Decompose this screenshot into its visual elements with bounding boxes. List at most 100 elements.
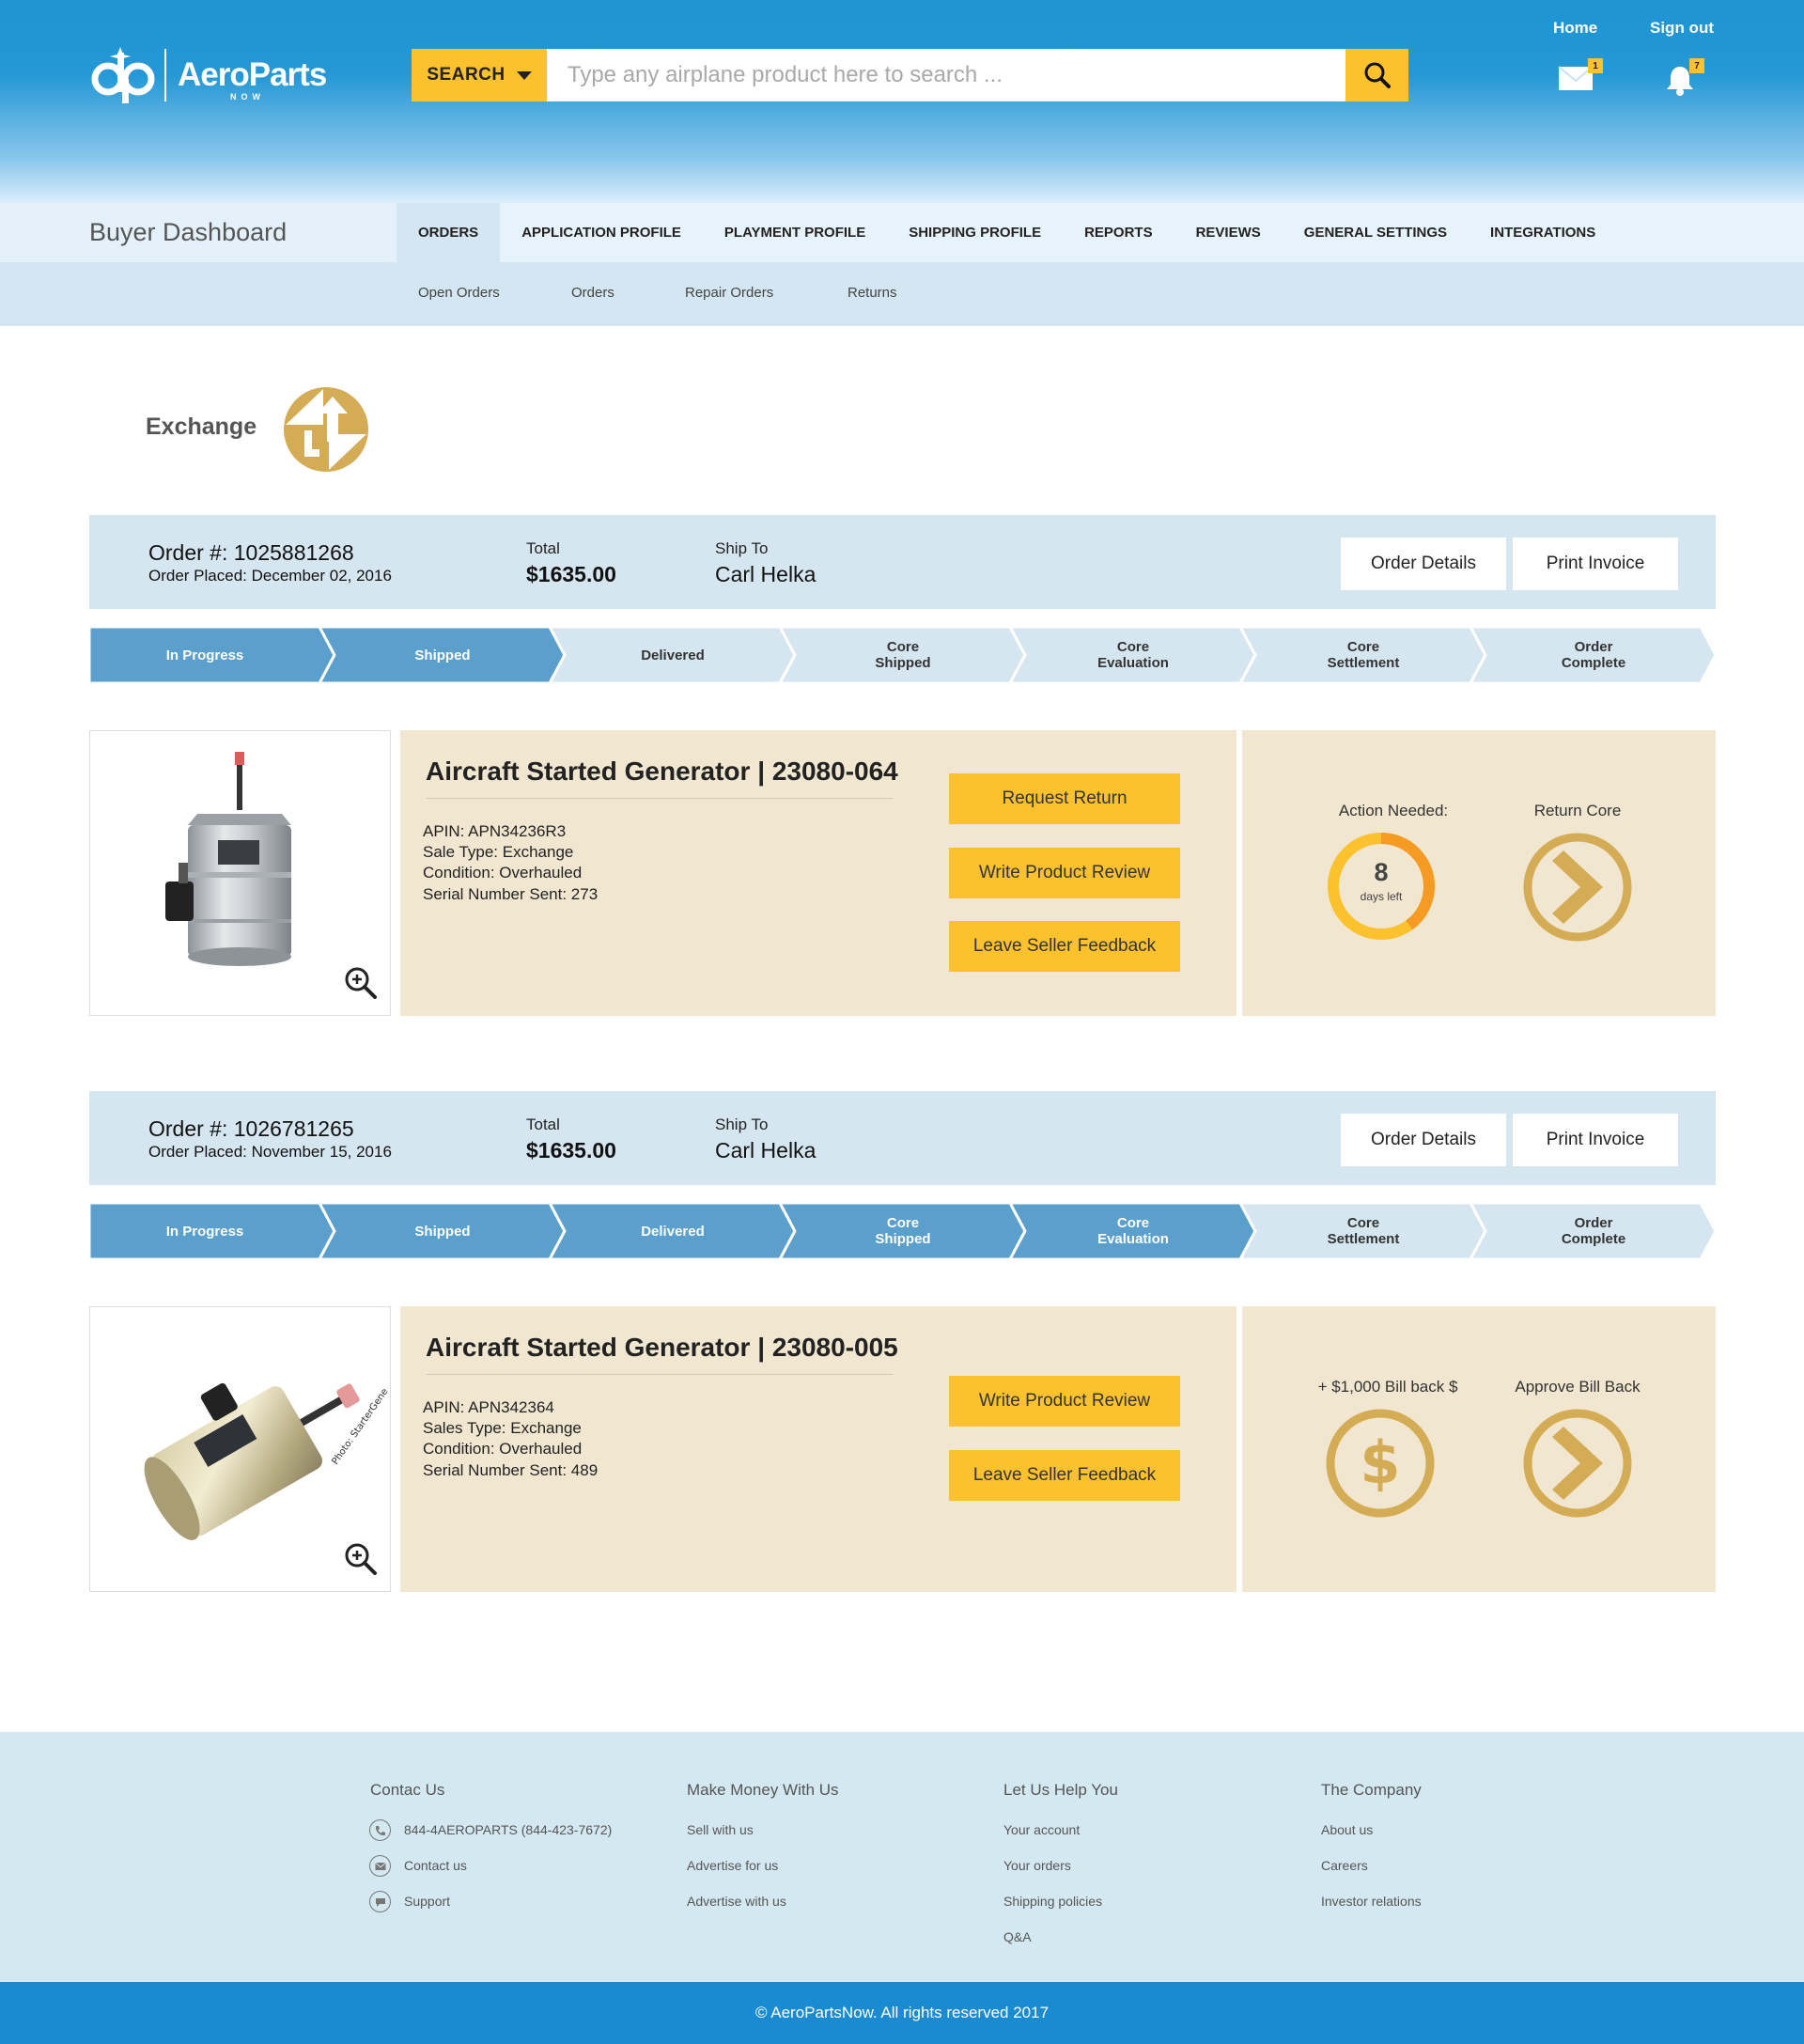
subtab-orders[interactable]: Orders — [571, 285, 614, 301]
footer-help-title: Let Us Help You — [1003, 1781, 1118, 1799]
print-invoice-button[interactable]: Print Invoice — [1513, 1114, 1678, 1166]
phone-icon — [369, 1819, 391, 1841]
mail-badge: 1 — [1588, 58, 1603, 73]
footer-link[interactable]: Your orders — [1003, 1858, 1071, 1873]
footer-support-link[interactable]: Support — [404, 1894, 450, 1909]
logo[interactable]: AeroParts NOW — [89, 47, 327, 103]
subtab-returns[interactable]: Returns — [848, 285, 897, 301]
tab-general-settings[interactable]: GENERAL SETTINGS — [1283, 203, 1469, 262]
progress-step-label: In Progress — [165, 647, 244, 663]
footer-link[interactable]: Advertise with us — [687, 1894, 786, 1909]
search-category-dropdown[interactable]: SEARCH — [412, 49, 547, 101]
footer-link[interactable]: Sell with us — [687, 1822, 754, 1837]
progress-step-label: Delivered — [641, 647, 705, 663]
approve-arrow-icon[interactable] — [1522, 1408, 1633, 1519]
progress-step-label: Core Shipped — [875, 1215, 931, 1247]
home-link[interactable]: Home — [1553, 19, 1597, 38]
order-total-value: $1635.00 — [526, 562, 616, 586]
order-summary: Order #: 1025881268 Order Placed: Decemb… — [89, 515, 1716, 609]
print-invoice-button[interactable]: Print Invoice — [1513, 538, 1678, 590]
site-footer: Contac Us 844-4AEROPARTS (844-423-7672) … — [0, 1732, 1804, 1982]
footer-link[interactable]: Your account — [1003, 1822, 1080, 1837]
footer-link[interactable]: Q&A — [1003, 1929, 1032, 1944]
logo-mark-icon — [89, 47, 157, 103]
order-total-label: Total — [526, 539, 560, 557]
progress-step-label: Order Complete — [1561, 1215, 1626, 1247]
zoom-in-icon[interactable] — [344, 1542, 378, 1576]
seller-feedback-button[interactable]: Leave Seller Feedback — [949, 921, 1180, 972]
product-image[interactable]: Photo: StarterGene — [89, 1306, 391, 1592]
product-image[interactable] — [89, 730, 391, 1016]
tab-reports[interactable]: REPORTS — [1063, 203, 1174, 262]
tab-payment-profile[interactable]: PLAYMENT PROFILE — [703, 203, 887, 262]
search-submit-button[interactable] — [1345, 49, 1408, 101]
footer-contact-link[interactable]: Contact us — [404, 1858, 467, 1873]
footer-link[interactable]: Shipping policies — [1003, 1894, 1102, 1909]
progress-step-label: Shipped — [414, 647, 471, 663]
search-input[interactable] — [547, 49, 1345, 101]
progress-step: Core Settlement — [1240, 1203, 1486, 1259]
footer-link[interactable]: Advertise for us — [687, 1858, 778, 1873]
order-details-button[interactable]: Order Details — [1341, 1114, 1506, 1166]
subtab-open-orders[interactable]: Open Orders — [418, 285, 500, 301]
seller-feedback-button[interactable]: Leave Seller Feedback — [949, 1450, 1180, 1501]
chevron-down-icon — [516, 70, 532, 80]
section-title: Exchange — [146, 413, 257, 440]
order-progress-tracker: In Progress Shipped Delivered Core Shipped C… — [89, 1203, 1717, 1259]
tab-integrations[interactable]: INTEGRATIONS — [1469, 203, 1617, 262]
return-core-label: Return Core — [1533, 802, 1622, 819]
write-review-button[interactable]: Write Product Review — [949, 1376, 1180, 1427]
write-review-button[interactable]: Write Product Review — [949, 848, 1180, 898]
order-progress-tracker: In Progress Shipped Delivered Core Shipped C… — [89, 627, 1717, 683]
messages-button[interactable]: 1 — [1558, 58, 1603, 97]
dashboard-title: Buyer Dashboard — [0, 203, 397, 262]
progress-step-label: Core Shipped — [875, 639, 931, 671]
product-serial: Serial Number Sent: 489 — [423, 1461, 599, 1479]
search-dropdown-label: SEARCH — [427, 65, 505, 85]
footer-link[interactable]: About us — [1321, 1822, 1373, 1837]
tab-orders[interactable]: ORDERS — [397, 203, 501, 262]
product-apin: APIN: APN342364 — [423, 1398, 554, 1416]
approve-bill-back-label: Approve Bill Back — [1515, 1378, 1641, 1396]
countdown-value: 8 — [1374, 858, 1389, 886]
product-sale-type: Sale Type: Exchange — [423, 843, 574, 861]
footer-link[interactable]: Careers — [1321, 1858, 1368, 1873]
order-action-panel: + $1,000 Bill back $ Approve Bill Back $ — [1242, 1306, 1716, 1592]
tab-reviews[interactable]: REVIEWS — [1174, 203, 1283, 262]
sign-out-link[interactable]: Sign out — [1650, 19, 1714, 38]
tab-application-profile[interactable]: APPLICATION PROFILE — [500, 203, 703, 262]
return-core-arrow-icon[interactable] — [1522, 832, 1633, 943]
progress-step-label: Order Complete — [1561, 639, 1626, 671]
footer-contact-title: Contac Us — [370, 1781, 445, 1799]
progress-step: Core Shipped — [780, 1203, 1026, 1259]
divider — [426, 798, 894, 799]
footer-link[interactable]: Investor relations — [1321, 1894, 1422, 1909]
footer-money-title: Make Money With Us — [687, 1781, 839, 1799]
progress-step: In Progress — [89, 627, 335, 683]
zoom-in-icon[interactable] — [344, 966, 378, 1000]
progress-step: Shipped — [319, 1203, 566, 1259]
tab-shipping-profile[interactable]: SHIPPING PROFILE — [887, 203, 1063, 262]
search-bar: SEARCH — [412, 49, 1408, 101]
ship-to-name: Carl Helka — [715, 1138, 816, 1162]
copyright-bar: © AeroPartsNow. All rights reserved 2017 — [0, 1982, 1804, 2044]
notifications-button[interactable]: 7 — [1665, 58, 1704, 101]
product-title: Aircraft Started Generator | 23080-005 — [426, 1333, 898, 1362]
progress-step-label: Delivered — [641, 1223, 705, 1240]
progress-step: Core Shipped — [780, 627, 1026, 683]
order-details-button[interactable]: Order Details — [1341, 538, 1506, 590]
order-placed-date: Order Placed: November 15, 2016 — [148, 1143, 392, 1161]
footer-company-title: The Company — [1321, 1781, 1422, 1799]
progress-step-label: Core Evaluation — [1097, 639, 1169, 671]
progress-step: Delivered — [550, 1203, 796, 1259]
countdown-ring: 8 days left — [1325, 830, 1438, 943]
action-needed-label: Action Needed: — [1338, 802, 1449, 819]
progress-step: Core Evaluation — [1010, 627, 1256, 683]
progress-step-label: Core Settlement — [1327, 1215, 1400, 1247]
logo-subtext: NOW — [230, 92, 265, 101]
footer-phone-link[interactable]: 844-4AEROPARTS (844-423-7672) — [404, 1822, 612, 1837]
request-return-button[interactable]: Request Return — [949, 773, 1180, 824]
progress-step-label: Shipped — [414, 1223, 471, 1240]
product-detail-card: Aircraft Started Generator | 23080-064 A… — [400, 730, 1236, 1016]
subtab-repair-orders[interactable]: Repair Orders — [685, 285, 773, 301]
